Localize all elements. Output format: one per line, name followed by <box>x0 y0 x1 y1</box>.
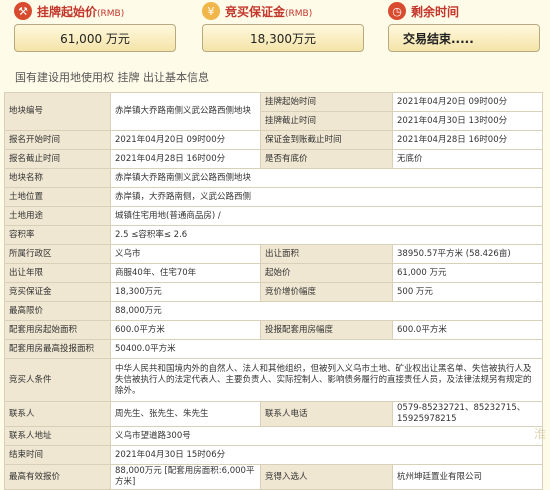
table-row: 配套用房最高投报面积 50400.0平方米 <box>4 339 543 359</box>
section-title: 国有建设用地使用权 挂牌 出让基本信息 <box>15 71 209 84</box>
table-row: 联系人 周先生、张先生、朱先生 联系人电话 0579-85232721、8523271… <box>4 401 543 427</box>
table-row: 地块编号 赤岸镇大乔路南侧义武公路西侧地块 挂牌起始时间 2021年04月20日 09… <box>4 92 543 131</box>
field-value: 61,000 万元 <box>392 263 543 283</box>
remaining-time-title: 剩余时间 <box>411 4 460 19</box>
money-icon: ¥ <box>202 2 220 20</box>
start-price-stat: ⚒ 挂牌起始价(RMB) <box>14 0 179 22</box>
field-value: 38950.57平方米 (58.426亩) <box>392 244 543 264</box>
field-label: 联系人 <box>4 401 111 427</box>
start-price-value: 61,000 万元 <box>14 24 176 52</box>
field-value: 周先生、张先生、朱先生 <box>110 401 261 427</box>
field-label: 竞买人条件 <box>4 358 111 402</box>
field-value: 赤岸镇大乔路南侧义武公路西侧地块 <box>110 168 543 188</box>
field-label: 最高有效报价 <box>4 464 111 490</box>
field-label: 联系人地址 <box>4 426 111 446</box>
field-label: 挂牌起始时间 <box>260 92 393 112</box>
table-row: 所属行政区 义乌市 出让面积 38950.57平方米 (58.426亩) <box>4 244 543 264</box>
start-price-title: 挂牌起始价(RMB) <box>37 4 125 19</box>
field-label: 土地位置 <box>4 187 111 207</box>
field-label: 挂牌截止时间 <box>260 111 393 131</box>
field-value: 2021年04月20日 09时00分 <box>392 92 543 112</box>
clock-icon: ◷ <box>388 2 406 20</box>
land-info-table: 地块编号 赤岸镇大乔路南侧义武公路西侧地块 挂牌起始时间 2021年04月20日 09… <box>4 92 543 490</box>
auction-summary: ⚒ 挂牌起始价(RMB) 61,000 万元 ¥ 竞买保证金(RMB) 18,3… <box>0 0 550 62</box>
field-label: 起始价 <box>260 263 393 283</box>
page-watermark: 淮 <box>533 427 546 441</box>
remaining-time-stat: ◷ 剩余时间 <box>388 0 538 22</box>
field-label: 出让面积 <box>260 244 393 264</box>
field-value: 88,000万元 <box>110 301 543 321</box>
field-value: 义乌市 <box>110 244 261 264</box>
field-label: 竞买保证金 <box>4 282 111 302</box>
table-row: 容积率 2.5 ≤容积率≤ 2.6 <box>4 225 543 245</box>
table-row: 地块名称 赤岸镇大乔路南侧义武公路西侧地块 <box>4 168 543 188</box>
field-label: 结束时间 <box>4 445 111 465</box>
field-value: 商服40年、住宅70年 <box>110 263 261 283</box>
field-label: 竞价增价幅度 <box>260 282 393 302</box>
field-value: 88,000万元 [配套用房面积:6,000平方米] <box>110 464 261 490</box>
field-value: 600.0平方米 <box>392 320 543 340</box>
field-label: 竞得入选人 <box>260 464 393 490</box>
field-value: 2021年04月30日 13时00分 <box>392 111 543 131</box>
field-label: 地块名称 <box>4 168 111 188</box>
deposit-title: 竞买保证金(RMB) <box>225 4 313 19</box>
field-label: 配套用房最高投报面积 <box>4 339 111 359</box>
field-label: 保证金到账截止时间 <box>260 130 393 150</box>
field-value: 义乌市望道路300号 <box>110 426 543 446</box>
field-label: 土地用途 <box>4 206 111 226</box>
field-value: 2021年04月28日 16时00分 <box>392 130 543 150</box>
field-value: 赤岸镇，大乔路南侧，义武公路西侧 <box>110 187 543 207</box>
table-row: 最高有效报价 88,000万元 [配套用房面积:6,000平方米] 竞得入选人 杭州坤… <box>4 464 543 490</box>
field-value: 18,300万元 <box>110 282 261 302</box>
table-row: 最高限价 88,000万元 <box>4 301 543 321</box>
field-value: 2.5 ≤容积率≤ 2.6 <box>110 225 543 245</box>
table-row: 配套用房起始面积 600.0平方米 投报配套用房幅度 600.0平方米 <box>4 320 543 340</box>
field-value: 赤岸镇大乔路南侧义武公路西侧地块 <box>110 92 261 131</box>
field-value: 无底价 <box>392 149 543 169</box>
field-value: 城镇住宅用地(普通商品房) / <box>110 206 543 226</box>
field-label: 所属行政区 <box>4 244 111 264</box>
table-row: 竞买人条件 中华人民共和国境内外的自然人、法人和其他组织，但被列入义乌市土地、矿业… <box>4 358 543 402</box>
field-value: 0579-85232721、85232715、15925978215 <box>392 401 543 427</box>
table-row: 报名截止时间 2021年04月28日 16时00分 是否有底价 无底价 <box>4 149 543 169</box>
field-value: 2021年04月30日 15时06分 <box>110 445 543 465</box>
table-row: 出让年限 商服40年、住宅70年 起始价 61,000 万元 <box>4 263 543 283</box>
field-label: 是否有底价 <box>260 149 393 169</box>
table-row: 土地位置 赤岸镇，大乔路南侧，义武公路西侧 <box>4 187 543 207</box>
field-label: 报名开始时间 <box>4 130 111 150</box>
field-value: 2021年04月28日 16时00分 <box>110 149 261 169</box>
remaining-time-value: 交易结束..... <box>388 24 540 52</box>
field-label: 地块编号 <box>4 92 111 131</box>
table-row: 报名开始时间 2021年04月20日 09时00分 保证金到账截止时间 2021年04… <box>4 130 543 150</box>
field-value: 中华人民共和国境内外的自然人、法人和其他组织，但被列入义乌市土地、矿业权出让黑名… <box>110 358 543 402</box>
table-row: 竞买保证金 18,300万元 竞价增价幅度 500 万元 <box>4 282 543 302</box>
table-row: 联系人地址 义乌市望道路300号 <box>4 426 543 446</box>
field-label: 最高限价 <box>4 301 111 321</box>
field-value: 杭州坤廷置业有限公司 <box>392 464 543 490</box>
field-label: 配套用房起始面积 <box>4 320 111 340</box>
field-label: 出让年限 <box>4 263 111 283</box>
field-value: 50400.0平方米 <box>110 339 543 359</box>
field-label: 联系人电话 <box>260 401 393 427</box>
field-label: 容积率 <box>4 225 111 245</box>
table-row: 土地用途 城镇住宅用地(普通商品房) / <box>4 206 543 226</box>
deposit-stat: ¥ 竞买保证金(RMB) <box>202 0 367 22</box>
field-value: 500 万元 <box>392 282 543 302</box>
table-row: 结束时间 2021年04月30日 15时06分 <box>4 445 543 465</box>
field-label: 投报配套用房幅度 <box>260 320 393 340</box>
deposit-value: 18,300万元 <box>202 24 364 52</box>
field-value: 600.0平方米 <box>110 320 261 340</box>
field-label: 报名截止时间 <box>4 149 111 169</box>
field-value: 2021年04月20日 09时00分 <box>110 130 261 150</box>
hammer-icon: ⚒ <box>14 2 32 20</box>
